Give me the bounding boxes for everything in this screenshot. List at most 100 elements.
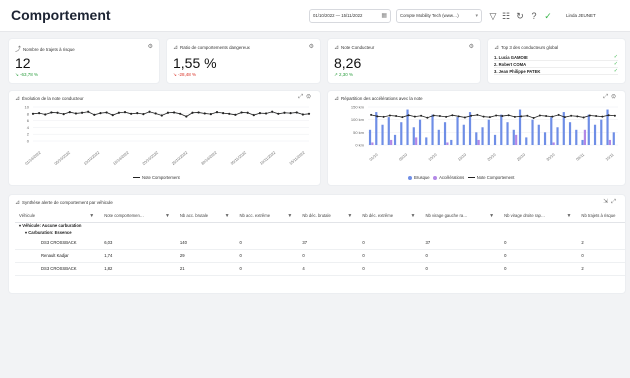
chart-icon: ⊿ xyxy=(494,45,500,51)
data-point xyxy=(123,111,127,114)
data-point xyxy=(613,114,616,117)
bar xyxy=(475,132,478,145)
data-point xyxy=(283,111,286,114)
kpi-title: Note Conducteur xyxy=(341,45,375,50)
gear-icon[interactable]: ⚙ xyxy=(309,43,314,50)
column-header[interactable]: Nb déc. brutale ▼ xyxy=(298,210,359,223)
column-header[interactable]: Nb virage gauche ra… ▼ xyxy=(421,210,501,223)
date-range-picker[interactable]: 01/10/2022 — 15/11/2022 ▦ xyxy=(309,9,391,23)
filter-icon[interactable]: ▼ xyxy=(89,213,94,219)
data-point xyxy=(301,113,304,116)
data-point xyxy=(258,112,262,115)
column-header[interactable]: Nb acc. extrême ▼ xyxy=(235,210,299,223)
data-point xyxy=(215,111,219,114)
data-point xyxy=(56,111,59,114)
table-row[interactable]: DS3 CROSSBACK 1,82 21 0 4 0 0 0 2 xyxy=(15,262,625,276)
column-header[interactable]: Nb trajets à risque xyxy=(577,210,625,223)
list-item: 1. Lucia GAMOIE ✓ xyxy=(494,54,618,61)
y-tick-label: 150 km xyxy=(351,105,365,110)
company-select[interactable]: Compte Mobility Tech (www…) ▾ xyxy=(396,9,482,23)
data-point xyxy=(117,111,120,114)
group-row[interactable]: ▾ Carburation: Essence xyxy=(15,229,625,236)
bar xyxy=(481,127,484,145)
data-point xyxy=(289,112,292,115)
x-tick-label: 20/10 xyxy=(487,153,497,162)
export-icon[interactable]: ⇲ xyxy=(603,199,611,205)
data-point xyxy=(482,115,485,118)
x-tick-label: 25/10 xyxy=(516,153,526,162)
filter-icon[interactable]: ▼ xyxy=(411,213,416,219)
gear-icon[interactable]: ⚙ xyxy=(469,43,474,50)
column-header[interactable]: Véhicule ▼ xyxy=(15,210,101,223)
bar xyxy=(531,119,534,145)
data-point xyxy=(438,115,441,118)
filter-icon[interactable]: ▼ xyxy=(347,213,352,219)
expand-icon[interactable]: ⤢ xyxy=(611,199,619,205)
filter-icon[interactable]: ▽ xyxy=(488,9,498,23)
column-header[interactable]: Nb virage droite rap… ▼ xyxy=(500,210,578,223)
bar xyxy=(443,122,447,145)
x-tick-label: 10/10/2022 xyxy=(83,151,100,166)
filter-icon[interactable]: ▼ xyxy=(165,213,170,219)
column-header[interactable]: Nb acc. brutale ▼ xyxy=(175,210,236,223)
filter-icon[interactable]: ▼ xyxy=(566,213,571,219)
bar xyxy=(487,119,490,145)
data-point xyxy=(407,114,410,117)
bar xyxy=(550,117,553,145)
route-icon: ⤴ xyxy=(15,47,22,53)
table-title: Synthèse alerte de comportement par véhi… xyxy=(22,200,113,205)
kpi-value: 1,55 % xyxy=(173,55,217,71)
legend-dot xyxy=(408,175,412,180)
data-point xyxy=(538,114,541,117)
y-tick-label: 2 xyxy=(27,132,30,137)
company-select-value: Compte Mobility Tech (www…) xyxy=(400,13,459,18)
collapse-icon[interactable]: ▾ xyxy=(25,230,27,235)
bar xyxy=(387,117,390,145)
filter-icon[interactable]: ▼ xyxy=(225,213,230,219)
refresh-icon[interactable]: ↻ xyxy=(515,9,525,23)
x-tick-label: 05/11 xyxy=(575,153,585,162)
data-point xyxy=(532,117,535,119)
data-point xyxy=(445,115,448,118)
legend-line xyxy=(467,177,475,179)
data-point xyxy=(142,113,145,116)
sliders-icon[interactable]: ☷ xyxy=(501,9,511,23)
filter-icon[interactable]: ▼ xyxy=(489,213,494,219)
filter-icon[interactable]: ▼ xyxy=(287,213,292,219)
table-row[interactable]: Renault Kadjar 1,74 29 0 0 0 0 0 0 xyxy=(15,249,625,263)
y-tick-label: 0 km xyxy=(355,143,364,148)
data-point xyxy=(495,114,498,117)
vehicle-summary-card: ⊿ Synthèse alerte de comportement par véh… xyxy=(8,194,626,294)
collapse-icon[interactable]: ▾ xyxy=(19,223,21,228)
kpi-value: 12 xyxy=(15,55,31,71)
table-row[interactable]: DS3 CROSSBACK 6,03 140 0 37 0 37 0 2 xyxy=(15,236,625,250)
x-tick-label: 15/10/2022 xyxy=(113,151,130,166)
bar xyxy=(431,114,434,145)
top3-title: Top 3 des conducteurs global xyxy=(501,45,559,50)
data-point xyxy=(607,114,610,117)
column-header[interactable]: Nb déc. extrême ▼ xyxy=(358,210,422,223)
x-tick-label: 15/10 xyxy=(457,153,467,162)
page-title: Comportement xyxy=(11,7,111,23)
data-point xyxy=(570,114,573,117)
gear-icon[interactable]: ⚙ xyxy=(148,43,153,50)
x-tick-label: 05/11/2022 xyxy=(230,151,247,166)
bar xyxy=(612,132,615,145)
bar xyxy=(393,134,397,145)
bar xyxy=(552,142,555,145)
data-point xyxy=(160,114,163,117)
data-point xyxy=(240,111,243,114)
help-icon[interactable]: ? xyxy=(529,9,539,23)
data-point xyxy=(87,110,90,113)
column-header[interactable]: Note comportemen… ▼ xyxy=(100,210,176,223)
chevron-down-icon: ▾ xyxy=(475,13,478,19)
data-point xyxy=(136,112,139,115)
bar xyxy=(368,129,372,145)
kpi-card-dangerous-ratio: ⊿ Ratio de comportements dangereux ⚙ 1,55… xyxy=(166,38,321,84)
bar xyxy=(371,142,374,145)
bar xyxy=(493,134,497,145)
bar xyxy=(506,122,509,145)
user-name[interactable]: Linda JEUNET xyxy=(566,9,596,23)
data-point xyxy=(166,111,170,114)
group-row[interactable]: ▾ Véhicule: Aucune carburation xyxy=(15,222,625,229)
